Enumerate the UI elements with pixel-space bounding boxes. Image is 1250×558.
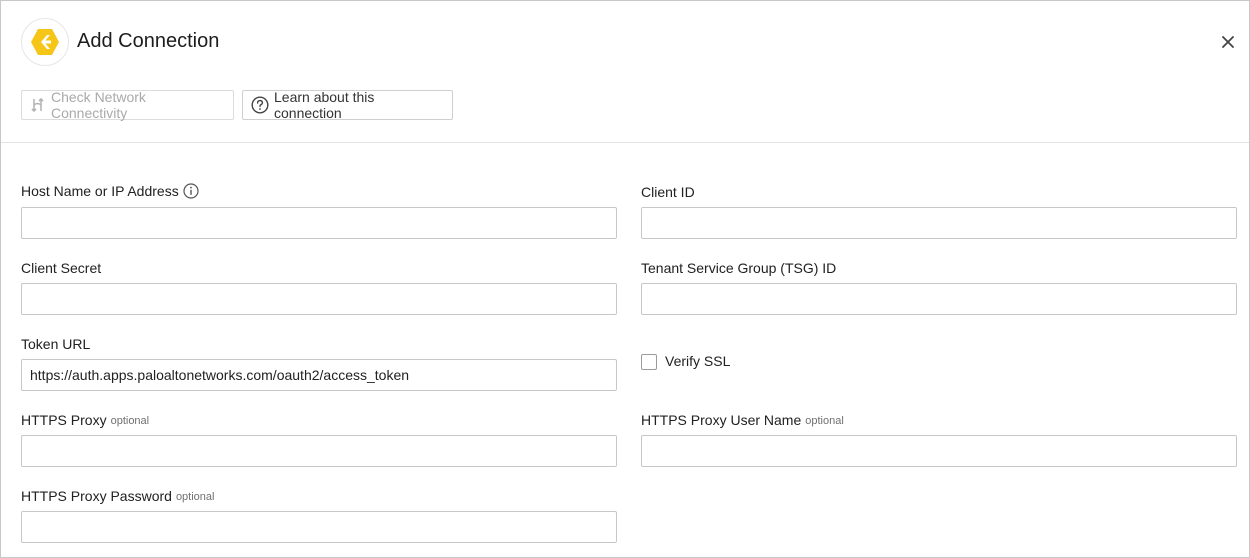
host-label: Host Name or IP Address	[21, 183, 199, 199]
client-secret-label: Client Secret	[21, 260, 102, 276]
host-label-text: Host Name or IP Address	[21, 183, 179, 199]
https-proxy-password-label-text: HTTPS Proxy Password	[21, 488, 172, 504]
verify-ssl-checkbox[interactable]	[641, 354, 657, 370]
add-connection-dialog: Add Connection Check Network Connectivit…	[0, 0, 1250, 558]
https-proxy-label-text: HTTPS Proxy	[21, 412, 107, 428]
https-proxy-input[interactable]	[21, 435, 617, 467]
token-url-label: Token URL	[21, 336, 91, 352]
dialog-header: Add Connection Check Network Connectivit…	[1, 1, 1249, 143]
host-input[interactable]	[21, 207, 617, 239]
client-secret-input[interactable]	[21, 283, 617, 315]
learn-label: Learn about this connection	[274, 89, 375, 121]
https-proxy-user-label: HTTPS Proxy User Name optional	[641, 412, 844, 428]
check-network-connectivity-button[interactable]: Check Network Connectivity	[21, 89, 234, 121]
token-url-input[interactable]	[21, 359, 617, 391]
https-proxy-user-input[interactable]	[641, 435, 1237, 467]
client-id-input[interactable]	[641, 207, 1237, 239]
close-icon	[1222, 36, 1234, 48]
client-id-label: Client ID	[641, 184, 695, 200]
verify-ssl-label: Verify SSL	[665, 353, 731, 369]
tsg-id-input[interactable]	[641, 283, 1237, 315]
dialog-title: Add Connection	[77, 30, 220, 52]
https-proxy-label: HTTPS Proxy optional	[21, 412, 149, 428]
optional-tag: optional	[175, 491, 215, 503]
https-proxy-password-label: HTTPS Proxy Password optional	[21, 488, 214, 504]
check-network-label: Check Network Connectivity	[51, 89, 146, 121]
close-button[interactable]	[1217, 31, 1239, 53]
https-proxy-password-input[interactable]	[21, 511, 617, 543]
optional-tag: optional	[805, 415, 844, 427]
network-connectivity-icon	[30, 97, 46, 113]
connection-logo-icon	[21, 18, 69, 66]
optional-tag: optional	[110, 415, 150, 427]
https-proxy-user-label-text: HTTPS Proxy User Name	[641, 412, 802, 428]
learn-about-connection-button[interactable]: Learn about this connection	[242, 89, 453, 121]
info-icon[interactable]	[183, 183, 199, 199]
help-circle-icon	[251, 96, 269, 114]
tsg-id-label: Tenant Service Group (TSG) ID	[641, 260, 837, 276]
